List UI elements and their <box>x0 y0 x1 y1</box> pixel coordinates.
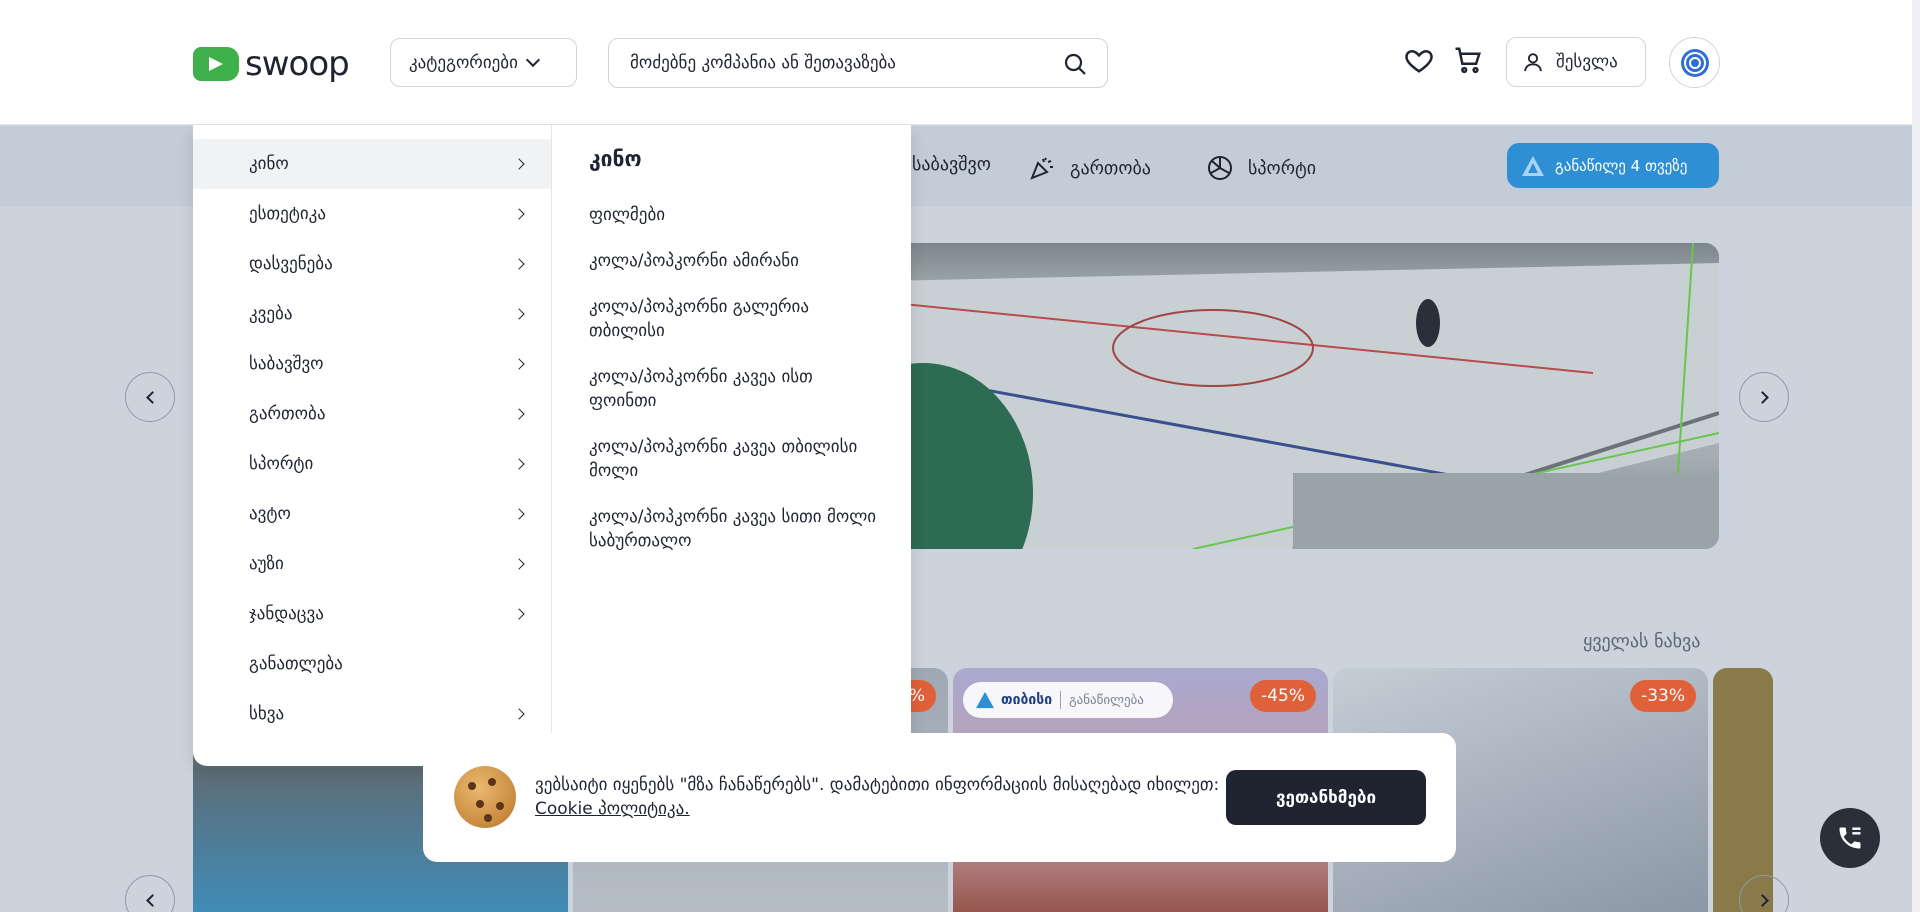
nav-item-sport[interactable]: სპორტი <box>1206 154 1316 182</box>
cookie-message: ვებსაიტი იყენებს "მზა ჩანაწერებს". დამატ… <box>535 775 1220 795</box>
category-item-sport[interactable]: სპორტი <box>193 439 551 489</box>
partner-brand: თიბისი <box>1001 692 1053 708</box>
subcategory-title: კინო <box>589 147 642 171</box>
login-button[interactable]: შესვლა <box>1506 37 1646 87</box>
category-label: გართობა <box>249 404 326 424</box>
phone-icon <box>1839 827 1861 849</box>
see-all-link[interactable]: ყველას ნახვა <box>1583 631 1700 652</box>
nav-item-label: საბავშვო <box>912 154 991 175</box>
chevron-left-icon <box>145 893 159 907</box>
categories-button[interactable]: კატეგორიები <box>390 38 577 87</box>
subcategory-list: ფილმები კოლა/პოპკორნი ამირანი კოლა/პოპკო… <box>589 203 879 575</box>
cookie-icon <box>454 766 516 828</box>
subcategory-item[interactable]: კოლა/პოპკორნი ამირანი <box>589 249 879 273</box>
hero-next-button[interactable] <box>1739 372 1789 422</box>
chevron-right-icon <box>513 208 525 220</box>
nav-item-label: გართობა <box>1070 157 1151 179</box>
nav-item-label: სპორტი <box>1248 157 1317 179</box>
dropdown-divider <box>551 125 552 734</box>
chevron-right-icon <box>513 258 525 270</box>
cookie-banner: ვებსაიტი იყენებს "მზა ჩანაწერებს". დამატ… <box>423 733 1456 862</box>
subcategory-item[interactable]: კოლა/პოპკორნი კავეა თბილისი მოლი <box>589 435 879 483</box>
tbc-logo-icon <box>976 691 994 709</box>
category-label: აუზი <box>249 554 284 574</box>
heart-icon[interactable] <box>1404 45 1434 75</box>
category-list: კინო ესთეტიკა დასვენება კვება საბავშვო გ… <box>193 139 551 739</box>
cart-icon[interactable] <box>1453 45 1483 75</box>
installment-promo-button[interactable]: განაწილე 4 თვეზე <box>1507 143 1719 188</box>
category-label: დასვენება <box>249 254 333 274</box>
subcategory-item[interactable]: კოლა/პოპკორნი გალერია თბილისი <box>589 295 879 343</box>
category-item-auto[interactable]: ავტო <box>193 489 551 539</box>
category-label: ჯანდაცვა <box>249 604 324 624</box>
party-popper-icon <box>1030 157 1053 180</box>
category-item-kids[interactable]: საბავშვო <box>193 339 551 389</box>
search-input[interactable] <box>630 53 1050 73</box>
category-label: ესთეტიკა <box>249 204 326 224</box>
nav-item-entertainment[interactable]: გართობა <box>1028 154 1151 182</box>
subcategory-item[interactable]: ფილმები <box>589 203 879 227</box>
accessibility-button[interactable] <box>1669 37 1720 88</box>
chevron-right-icon <box>513 408 525 420</box>
nav-item-kids[interactable]: საბავშვო <box>912 154 991 175</box>
partner-badge: თიბისი განაწილება <box>963 682 1173 718</box>
category-item-cinema[interactable]: კინო <box>193 139 551 189</box>
ball-icon <box>1208 156 1232 180</box>
chevron-right-icon <box>513 358 525 370</box>
category-item-other[interactable]: სხვა <box>193 689 551 739</box>
cards-next-button[interactable] <box>1739 875 1789 912</box>
chevron-right-icon <box>1755 893 1769 907</box>
user-icon <box>1524 53 1542 72</box>
category-label: კინო <box>249 154 289 174</box>
category-label: სპორტი <box>249 454 314 474</box>
chevron-right-icon <box>513 558 525 570</box>
agree-button[interactable]: ვეთანხმები <box>1226 770 1426 825</box>
subcategory-item[interactable]: კოლა/პოპკორნი კავეა სითი მოლი საბურთალო <box>589 505 879 553</box>
logo-mark-icon <box>193 47 239 81</box>
categories-dropdown: კინო ესთეტიკა დასვენება კვება საბავშვო გ… <box>193 125 911 766</box>
category-item-pool[interactable]: აუზი <box>193 539 551 589</box>
chevron-right-icon <box>513 608 525 620</box>
hero-prev-button[interactable] <box>125 372 175 422</box>
chevron-right-icon <box>513 508 525 520</box>
category-label: კვება <box>249 304 293 324</box>
accessibility-icon <box>1680 48 1709 77</box>
page-scrollbar[interactable] <box>1912 0 1920 912</box>
category-item-entertainment[interactable]: გართობა <box>193 389 551 439</box>
login-label: შესვლა <box>1556 52 1618 72</box>
subcategory-item[interactable]: კოლა/პოპკორნი კავეა ისთ ფოინთი <box>589 365 879 413</box>
site-header: swoop კატეგორიები შესვლა <box>0 0 1912 125</box>
category-label: ავტო <box>249 504 291 524</box>
chevron-right-icon <box>513 308 525 320</box>
partner-divider <box>1060 691 1062 709</box>
swoop-logo[interactable]: swoop <box>193 44 350 84</box>
call-button[interactable] <box>1820 808 1880 868</box>
category-item-aesthetics[interactable]: ესთეტიკა <box>193 189 551 239</box>
promo-label: განაწილე 4 თვეზე <box>1555 156 1688 175</box>
categories-button-label: კატეგორიები <box>409 52 518 73</box>
chevron-right-icon <box>1755 390 1769 404</box>
cards-prev-button[interactable] <box>125 875 175 912</box>
logo-text: swoop <box>245 44 350 84</box>
tbc-logo-icon <box>1522 155 1544 176</box>
chevron-down-icon <box>525 52 540 67</box>
category-label: განათლება <box>249 654 343 674</box>
chevron-right-icon <box>513 708 525 720</box>
category-item-health[interactable]: ჯანდაცვა <box>193 589 551 639</box>
chevron-right-icon <box>513 158 525 170</box>
category-item-food[interactable]: კვება <box>193 289 551 339</box>
cookie-text: ვებსაიტი იყენებს "მზა ჩანაწერებს". დამატ… <box>535 773 1235 821</box>
chevron-right-icon <box>513 458 525 470</box>
chevron-left-icon <box>145 390 159 404</box>
category-label: სხვა <box>249 704 285 724</box>
discount-badge: -33% <box>1630 680 1696 712</box>
category-item-education[interactable]: განათლება <box>193 639 551 689</box>
partner-plan: განაწილება <box>1069 692 1144 708</box>
search-icon[interactable] <box>1063 52 1087 76</box>
cookie-policy-link[interactable]: Cookie პოლიტიკა. <box>535 799 690 819</box>
category-item-leisure[interactable]: დასვენება <box>193 239 551 289</box>
search-box[interactable] <box>608 38 1108 88</box>
discount-badge: -45% <box>1250 680 1316 712</box>
category-label: საბავშვო <box>249 354 324 374</box>
